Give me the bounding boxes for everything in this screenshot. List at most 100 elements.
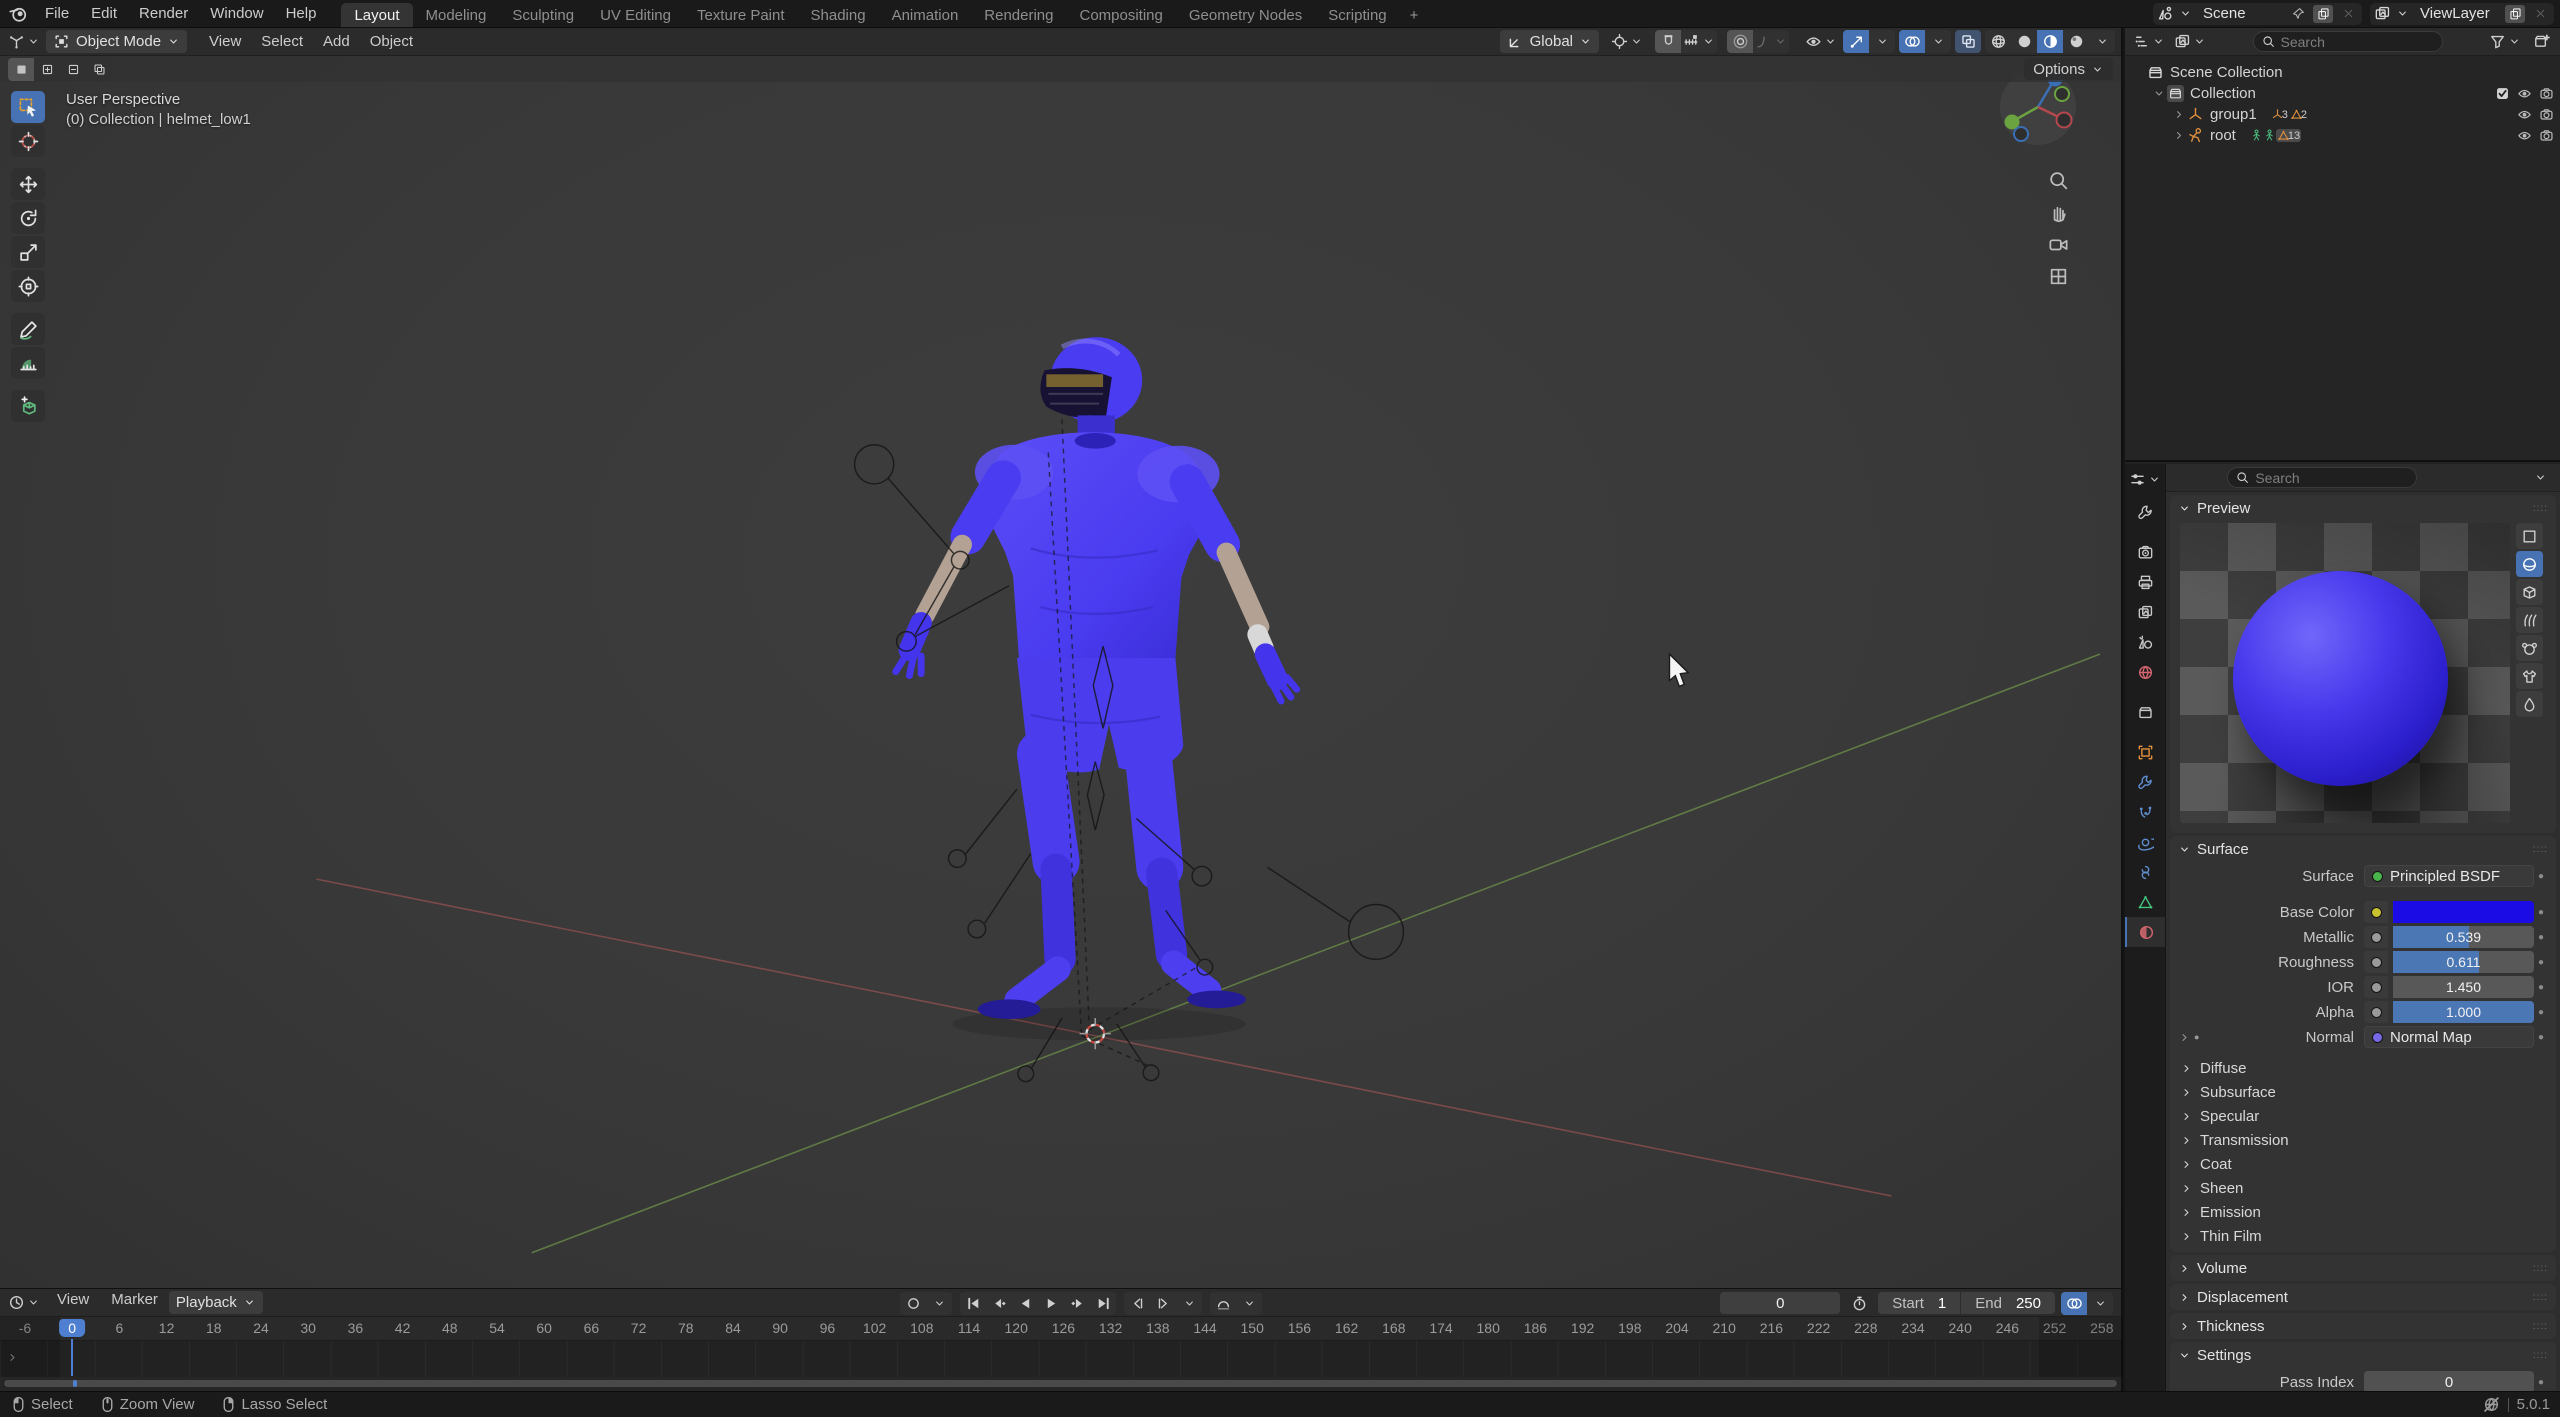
animate-dot[interactable]: ● xyxy=(2534,932,2548,943)
shading-rendered-button[interactable] xyxy=(2063,30,2089,53)
preview-shape-cloth[interactable] xyxy=(2516,663,2543,689)
eye-toggle[interactable] xyxy=(2517,86,2532,101)
workspace-tab-sculpting[interactable]: Sculpting xyxy=(499,3,587,27)
topbar-menu-help[interactable]: Help xyxy=(275,0,328,27)
preview-shape-sphere[interactable] xyxy=(2516,551,2543,577)
proportional-editing-toggle[interactable] xyxy=(1727,30,1753,53)
camera-toggle[interactable] xyxy=(2539,107,2554,122)
subpanel-subsurface[interactable]: Subsurface xyxy=(2170,1080,2556,1104)
animate-dot[interactable]: ● xyxy=(2534,982,2548,993)
start-frame-field[interactable]: Start1 xyxy=(1878,1292,1960,1314)
duplicate-viewlayer-button[interactable] xyxy=(2505,5,2525,23)
timeline-menu-playback[interactable]: Playback xyxy=(169,1291,263,1314)
properties-search-input[interactable] xyxy=(2255,470,2408,486)
preview-shape-fluid[interactable] xyxy=(2516,691,2543,717)
outliner-row-scene-collection[interactable]: Scene Collection xyxy=(2125,62,2560,83)
drag-handle[interactable]: :::: xyxy=(2533,844,2548,855)
camera-view-icon[interactable] xyxy=(2048,234,2069,255)
viewport-menu-view[interactable]: View xyxy=(199,33,251,50)
select-mode-intersect-button[interactable] xyxy=(86,58,112,81)
panel-header-volume[interactable]: Volume:::: xyxy=(2170,1255,2556,1281)
settings-panel-header[interactable]: Settings :::: xyxy=(2170,1342,2556,1368)
tool-cursor[interactable] xyxy=(11,125,45,157)
alpha-slider[interactable]: 1.000 xyxy=(2393,1001,2534,1023)
properties-tab-modifiers[interactable] xyxy=(2125,767,2165,797)
surface-node-button[interactable]: Principled BSDF xyxy=(2364,865,2534,887)
roughness-slider[interactable]: 0.611 xyxy=(2393,951,2534,973)
timeline-overlays-dropdown[interactable] xyxy=(2087,1292,2113,1315)
options-dropdown[interactable]: Options xyxy=(2024,58,2113,80)
pass-index-field[interactable]: 0 xyxy=(2364,1371,2534,1391)
unlink-scene-button[interactable] xyxy=(2338,5,2358,23)
outliner-filter-button[interactable] xyxy=(2487,30,2523,53)
playhead[interactable]: 0 xyxy=(59,1319,85,1337)
topbar-menu-window[interactable]: Window xyxy=(199,0,274,27)
viewport-3d[interactable]: Object Mode ViewSelectAddObject Global xyxy=(0,28,2123,1288)
drag-handle[interactable]: :::: xyxy=(2533,1292,2548,1303)
drag-handle[interactable]: :::: xyxy=(2533,1263,2548,1274)
zoom-view-icon[interactable] xyxy=(2048,170,2069,191)
socket-button[interactable] xyxy=(2364,1001,2388,1023)
properties-tab-object[interactable] xyxy=(2125,737,2165,767)
subpanel-sheen[interactable]: Sheen xyxy=(2170,1176,2556,1200)
add-workspace-button[interactable]: + xyxy=(1400,3,1429,27)
scene-name[interactable]: Scene xyxy=(2197,5,2283,22)
timeline-scrollbar[interactable] xyxy=(0,1378,2121,1389)
frame-step-back-button[interactable] xyxy=(1124,1292,1150,1315)
workspace-tab-shading[interactable]: Shading xyxy=(798,3,879,27)
previous-keyframe-button[interactable] xyxy=(986,1292,1012,1315)
timeline-ruler[interactable]: -606121824303642485460667278849096102108… xyxy=(0,1317,2121,1341)
surface-panel-header[interactable]: Surface :::: xyxy=(2170,836,2556,862)
eye-toggle[interactable] xyxy=(2517,107,2532,122)
remove-viewlayer-button[interactable] xyxy=(2530,5,2550,23)
base-color-swatch[interactable] xyxy=(2393,901,2534,923)
tool-add-cube[interactable] xyxy=(11,390,45,422)
preview-shape-hair[interactable] xyxy=(2516,607,2543,633)
auto-keying-toggle[interactable] xyxy=(900,1292,926,1315)
outliner-search-input[interactable] xyxy=(2281,34,2434,50)
tool-move[interactable] xyxy=(11,168,45,200)
scene-selector[interactable]: Scene xyxy=(2153,3,2362,25)
preview-shape-cube[interactable] xyxy=(2516,579,2543,605)
outliner-row-collection[interactable]: Collection xyxy=(2125,83,2560,104)
subpanel-emission[interactable]: Emission xyxy=(2170,1200,2556,1224)
outliner-row-group1[interactable]: group132 xyxy=(2125,104,2560,125)
properties-tab-material[interactable] xyxy=(2125,917,2165,947)
shading-wireframe-button[interactable] xyxy=(1985,30,2011,53)
collapse-icon[interactable] xyxy=(2151,87,2167,100)
properties-options-dropdown[interactable] xyxy=(2528,466,2554,489)
panel-header-displacement[interactable]: Displacement:::: xyxy=(2170,1284,2556,1310)
drag-handle[interactable]: :::: xyxy=(2533,503,2548,514)
socket-button[interactable] xyxy=(2364,926,2388,948)
new-collection-button[interactable] xyxy=(2528,30,2554,53)
properties-tab-constraints[interactable] xyxy=(2125,857,2165,887)
workspace-tab-geometry-nodes[interactable]: Geometry Nodes xyxy=(1176,3,1315,27)
animate-dot[interactable]: ● xyxy=(2534,871,2548,882)
perspective-toggle-icon[interactable] xyxy=(2048,266,2069,287)
scrollbar-handle[interactable] xyxy=(4,1380,2117,1387)
subpanel-specular[interactable]: Specular xyxy=(2170,1104,2556,1128)
timeline-editor-type-button[interactable] xyxy=(6,1291,42,1314)
camera-toggle[interactable] xyxy=(2539,86,2554,101)
panel-header-thickness[interactable]: Thickness:::: xyxy=(2170,1313,2556,1339)
tool-scale[interactable] xyxy=(11,236,45,268)
overlays-dropdown[interactable] xyxy=(1925,30,1951,53)
outliner-editor-type-button[interactable] xyxy=(2131,30,2167,53)
expand-icon[interactable] xyxy=(2178,1031,2191,1044)
properties-tab-data[interactable] xyxy=(2125,887,2165,917)
animate-dot[interactable]: ● xyxy=(2534,1007,2548,1018)
snap-toggle[interactable] xyxy=(1655,30,1681,53)
socket-button[interactable] xyxy=(2364,976,2388,998)
workspace-tab-animation[interactable]: Animation xyxy=(879,3,972,27)
tool-transform[interactable] xyxy=(11,270,45,302)
properties-tab-world[interactable] xyxy=(2125,657,2165,687)
viewlayer-name[interactable]: ViewLayer xyxy=(2414,5,2500,22)
outliner-row-root[interactable]: root13 xyxy=(2125,125,2560,146)
preview-panel-header[interactable]: Preview :::: xyxy=(2170,495,2556,521)
metallic-slider[interactable]: 0.539 xyxy=(2393,926,2534,948)
jump-to-end-button[interactable] xyxy=(1090,1292,1116,1315)
workspace-tab-compositing[interactable]: Compositing xyxy=(1067,3,1176,27)
viewport-menu-add[interactable]: Add xyxy=(313,33,360,50)
subpanel-coat[interactable]: Coat xyxy=(2170,1152,2556,1176)
drag-handle[interactable]: :::: xyxy=(2533,1321,2548,1332)
